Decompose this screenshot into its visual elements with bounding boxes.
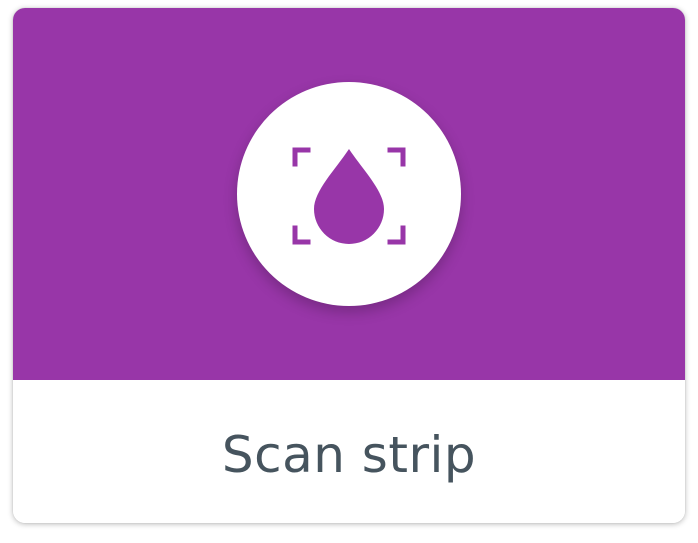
scan-strip-card[interactable]: Scan strip: [13, 8, 685, 523]
drop-in-scan-frame-icon: [292, 147, 406, 245]
card-label: Scan strip: [221, 425, 477, 484]
card-footer: Scan strip: [13, 380, 685, 523]
icon-circle: [237, 82, 461, 306]
card-header: [13, 8, 685, 380]
